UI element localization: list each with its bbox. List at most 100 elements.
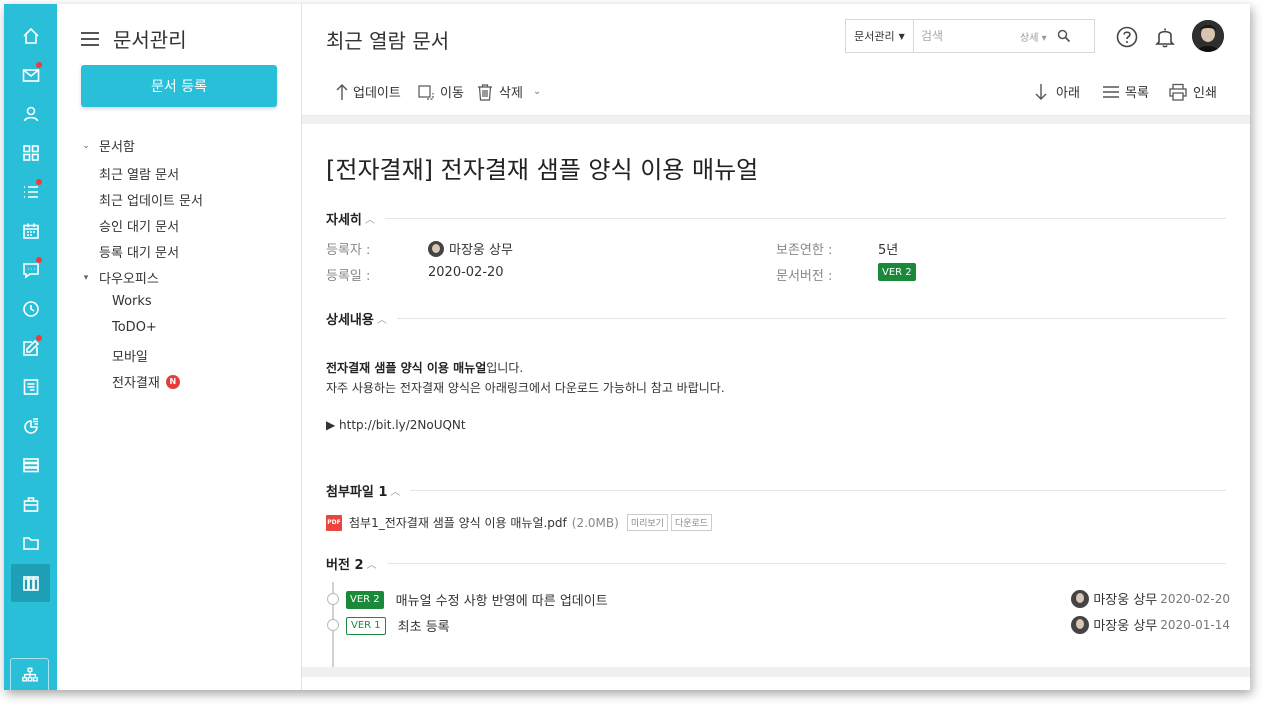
caret-down-icon[interactable]: ▾ <box>81 273 91 283</box>
tree-item-docbox[interactable]: ⌄ 문서함 <box>81 136 135 155</box>
version-meta: 마장웅 상무 2020-01-14 <box>1071 615 1230 634</box>
print-label: 인쇄 <box>1193 86 1217 101</box>
arrow-down-icon <box>1035 83 1047 100</box>
versions-section-header[interactable]: 버전 2 ︿ <box>326 554 1226 573</box>
search-detail-toggle[interactable]: 상세 ▾ <box>1020 29 1047 44</box>
list-icon[interactable] <box>11 173 50 211</box>
version-row[interactable]: VER 1 최초 등록 <box>346 616 450 635</box>
details-section-header[interactable]: 자세히 ︿ <box>326 209 1226 228</box>
pdf-icon: PDF <box>326 514 342 531</box>
retention-label: 보존연한 : <box>776 243 833 258</box>
version-author: 마장웅 상무 <box>1093 619 1158 634</box>
content-link[interactable]: ▶ http://bit.ly/2NoUQNt <box>326 418 466 432</box>
board-icon[interactable] <box>11 368 50 406</box>
chat-icon[interactable] <box>11 251 50 289</box>
arrow-up-icon <box>336 83 348 100</box>
search-detail-label: 상세 <box>1020 32 1039 44</box>
attachment-section-header[interactable]: 첨부파일 1 ︿ <box>326 481 1226 500</box>
download-button[interactable]: 다운로드 <box>670 514 713 531</box>
version-meta: 마장웅 상무 2020-02-20 <box>1071 589 1230 608</box>
clock-icon <box>327 619 339 631</box>
briefcase-icon[interactable] <box>11 485 50 523</box>
chevron-up-icon[interactable]: ︿ <box>390 483 400 498</box>
apps-icon[interactable] <box>11 134 50 172</box>
folder-icon[interactable] <box>11 524 50 562</box>
sidebar-header: 문서관리 <box>81 24 187 53</box>
tree-item-recent-updated[interactable]: 최근 업데이트 문서 <box>99 190 203 209</box>
tree-item-works[interactable]: Works <box>112 294 152 309</box>
search-icon[interactable] <box>1057 29 1071 43</box>
chevron-down-icon[interactable]: ⌄ <box>533 86 541 97</box>
notification-dot <box>36 62 42 68</box>
chevron-up-icon[interactable]: ︿ <box>367 556 377 571</box>
user-avatar[interactable] <box>1192 20 1224 52</box>
mail-icon[interactable] <box>11 56 50 94</box>
tree-label: Works <box>112 294 152 309</box>
section-divider <box>410 490 1226 491</box>
content-heading: 상세내용 <box>326 313 374 328</box>
tree-label: 다우오피스 <box>99 272 159 287</box>
chevron-up-icon[interactable]: ︿ <box>377 311 387 326</box>
doc-version-value: VER 2 <box>878 263 916 281</box>
registrant-name: 마장웅 상무 <box>449 243 513 258</box>
version-row[interactable]: VER 2 매뉴얼 수정 사항 반영에 따른 업데이트 <box>346 590 608 609</box>
report-icon[interactable] <box>11 407 50 445</box>
update-label: 업데이트 <box>353 86 401 101</box>
avatar <box>428 240 444 257</box>
chevron-up-icon[interactable]: ︿ <box>365 211 375 226</box>
home-icon[interactable] <box>11 17 50 55</box>
calendar-icon[interactable] <box>11 212 50 250</box>
tree-item-approval-pending[interactable]: 승인 대기 문서 <box>99 216 179 235</box>
print-button[interactable]: 인쇄 <box>1168 82 1217 101</box>
move-button[interactable]: 이동 <box>417 82 464 101</box>
clock-icon <box>327 593 339 605</box>
content-bold-text: 전자결재 샘플 양식 이용 매뉴얼 <box>326 361 487 375</box>
sidebar-title: 문서관리 <box>113 28 187 52</box>
user-icon[interactable] <box>11 95 50 133</box>
move-icon <box>418 84 434 100</box>
printer-icon <box>1169 83 1187 101</box>
tree-item-recent-viewed[interactable]: 최근 열람 문서 <box>99 164 179 183</box>
docs-icon[interactable] <box>11 564 50 602</box>
divider-band <box>302 116 1250 124</box>
stack-icon[interactable] <box>11 446 50 484</box>
content-section-header[interactable]: 상세내용 ︿ <box>326 309 1226 328</box>
delete-label: 삭제 <box>499 86 523 101</box>
tree-item-approval[interactable]: 전자결재 N <box>112 372 180 391</box>
section-divider <box>384 218 1226 219</box>
tree-label: 승인 대기 문서 <box>99 220 180 235</box>
content-line-2: 자주 사용하는 전자결재 양식은 아래링크에서 다운로드 가능하니 참고 바랍니… <box>326 381 725 395</box>
edit-icon[interactable] <box>11 329 50 367</box>
down-button[interactable]: 아래 <box>1035 82 1080 101</box>
notification-dot <box>36 179 42 185</box>
tree-label: 등록 대기 문서 <box>99 246 180 261</box>
version-date: 2020-01-14 <box>1160 617 1230 632</box>
attachment-name[interactable]: 첨부1_전자결재 샘플 양식 이용 매뉴얼.pdf <box>349 514 567 531</box>
list-button[interactable]: 목록 <box>1102 82 1149 101</box>
preview-button[interactable]: 미리보기 <box>626 514 668 531</box>
chevron-down-icon[interactable]: ⌄ <box>81 141 91 151</box>
hamburger-icon[interactable] <box>81 31 99 46</box>
tree-label: 최근 열람 문서 <box>99 168 180 183</box>
content-line-1: 전자결재 샘플 양식 이용 매뉴얼입니다. <box>326 359 523 376</box>
clock-icon[interactable] <box>11 290 50 328</box>
org-chart-icon[interactable] <box>10 658 49 690</box>
search-input[interactable] <box>914 29 1014 43</box>
list-label: 목록 <box>1125 86 1149 101</box>
register-document-button[interactable]: 문서 등록 <box>81 65 277 107</box>
tree-item-daouoffice[interactable]: ▾ 다우오피스 <box>81 268 159 287</box>
tree-item-todo[interactable]: ToDO+ <box>112 320 157 335</box>
top-bar: 최근 열람 문서 문서관리 ▼ 상세 ▾ 업데이트 <box>302 4 1250 116</box>
search-scope-select[interactable]: 문서관리 ▼ <box>846 20 914 52</box>
update-button[interactable]: 업데이트 <box>336 82 401 101</box>
tree-label: 모바일 <box>112 350 148 365</box>
sidebar: 문서관리 문서 등록 ⌄ 문서함 최근 열람 문서 최근 업데이트 문서 승인 … <box>57 4 302 690</box>
help-icon[interactable] <box>1114 24 1140 50</box>
tree-item-mobile[interactable]: 모바일 <box>112 346 148 365</box>
delete-button[interactable]: 삭제 ⌄ <box>476 82 541 101</box>
tree-item-register-pending[interactable]: 등록 대기 문서 <box>99 242 179 261</box>
registrant-label: 등록자 : <box>326 243 371 258</box>
bell-icon[interactable] <box>1152 24 1178 50</box>
notification-dot <box>36 257 42 263</box>
doc-version-label: 문서버전 : <box>776 269 833 284</box>
